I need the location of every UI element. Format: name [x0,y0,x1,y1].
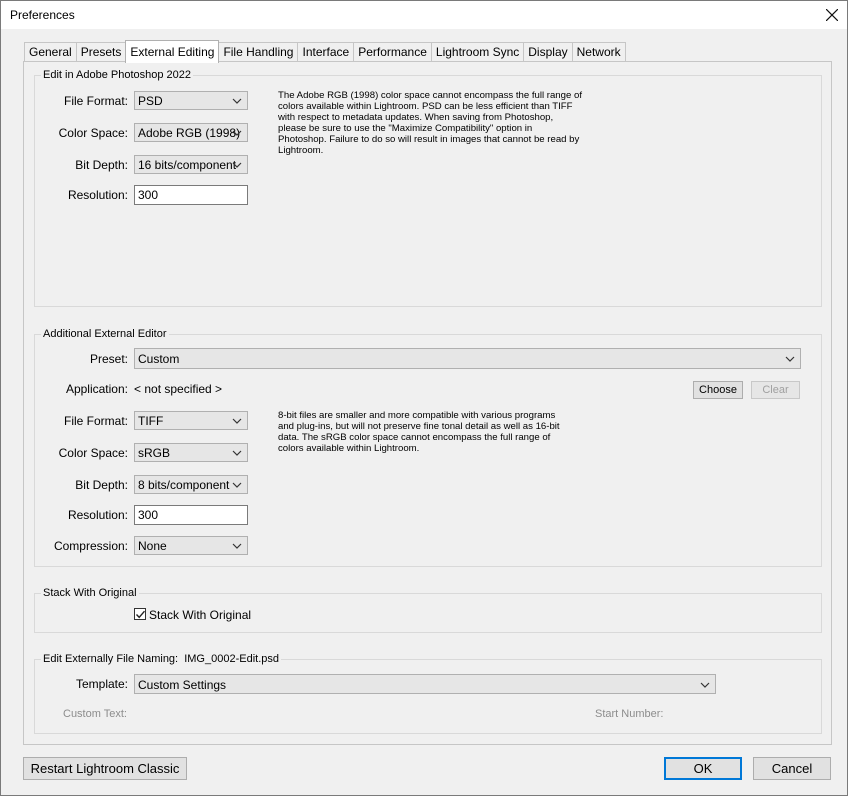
ps-bit-depth-value: 16 bits/component [138,158,237,172]
tab-general[interactable]: General [24,42,77,62]
ae-bit-depth-select[interactable]: 8 bits/component [134,475,248,494]
preset-select[interactable]: Custom [134,348,801,369]
stack-with-original-label[interactable]: Stack With Original [149,608,251,622]
chevron-down-icon [232,416,242,426]
chevron-down-icon [785,354,795,364]
choose-button[interactable]: Choose [693,381,743,399]
tab-presets[interactable]: Presets [75,42,127,62]
ps-resolution-input[interactable]: 300 [134,185,248,205]
ps-file-format-select[interactable]: PSD [134,91,248,110]
chevron-down-icon [232,448,242,458]
close-button[interactable] [817,1,847,29]
file-naming-group-label: Edit Externally File Naming: IMG_0002-Ed… [41,653,281,665]
tab-external-editing[interactable]: External Editing [125,40,220,63]
ok-button[interactable]: OK [664,757,742,780]
ae-compression-value: None [138,539,167,553]
restart-lightroom-button[interactable]: Restart Lightroom Classic [23,757,187,780]
ps-bit-depth-select[interactable]: 16 bits/component [134,155,248,174]
stack-with-original-checkbox[interactable] [134,608,146,620]
chevron-down-icon [232,128,242,138]
preset-label: Preset: [89,352,128,366]
application-value: < not specified > [134,382,223,396]
chevron-down-icon [232,480,242,490]
ps-bit-depth-label: Bit Depth: [75,158,128,172]
chevron-down-icon [700,680,710,690]
ps-color-space-value: Adobe RGB (1998) [138,126,241,140]
start-number-label: Start Number: [595,708,664,720]
tab-network[interactable]: Network [571,42,626,62]
ps-file-format-value: PSD [138,94,163,108]
ae-info-note: 8-bit files are smaller and more compati… [278,410,560,454]
ae-compression-select[interactable]: None [134,536,248,555]
ae-file-format-label: File Format: [63,414,128,428]
title-bar: Preferences [1,1,847,29]
template-value: Custom Settings [138,678,227,692]
cancel-button[interactable]: Cancel [753,757,831,780]
template-select[interactable]: Custom Settings [134,674,716,694]
ae-file-format-select[interactable]: TIFF [134,411,248,430]
tab-display[interactable]: Display [523,42,573,62]
ae-bit-depth-value: 8 bits/component [138,478,230,492]
custom-text-label: Custom Text: [63,708,127,720]
ps-file-format-label: File Format: [63,94,128,108]
tab-lightroom-sync[interactable]: Lightroom Sync [430,42,525,62]
chevron-down-icon [232,160,242,170]
stack-group-label: Stack With Original [41,587,139,599]
checkmark-icon [135,610,146,619]
ps-color-space-select[interactable]: Adobe RGB (1998) [134,123,248,142]
window-title: Preferences [10,8,75,22]
preset-value: Custom [138,352,180,366]
ae-resolution-label: Resolution: [67,508,128,522]
photoshop-group-label: Edit in Adobe Photoshop 2022 [41,69,194,81]
ae-color-space-label: Color Space: [58,446,128,460]
clear-button[interactable]: Clear [751,381,800,399]
ae-color-space-select[interactable]: sRGB [134,443,248,462]
additional-editor-group-label: Additional External Editor [41,328,169,340]
ae-resolution-input[interactable]: 300 [134,505,248,525]
ae-bit-depth-label: Bit Depth: [75,478,128,492]
template-label: Template: [75,677,128,691]
chevron-down-icon [232,541,242,551]
tab-file-handling[interactable]: File Handling [218,42,299,62]
ae-color-space-value: sRGB [138,446,171,460]
tab-strip: General Presets External Editing File Ha… [24,40,626,63]
ae-file-format-value: TIFF [138,414,164,428]
file-naming-group [34,659,822,734]
ae-compression-label: Compression: [53,539,128,553]
tab-interface[interactable]: Interface [297,42,355,62]
chevron-down-icon [232,96,242,106]
tab-performance[interactable]: Performance [353,42,432,62]
close-icon [825,5,839,26]
ps-info-note: The Adobe RGB (1998) color space cannot … [278,90,582,156]
application-label: Application: [65,382,128,396]
ps-color-space-label: Color Space: [58,126,128,140]
ps-resolution-label: Resolution: [67,188,128,202]
